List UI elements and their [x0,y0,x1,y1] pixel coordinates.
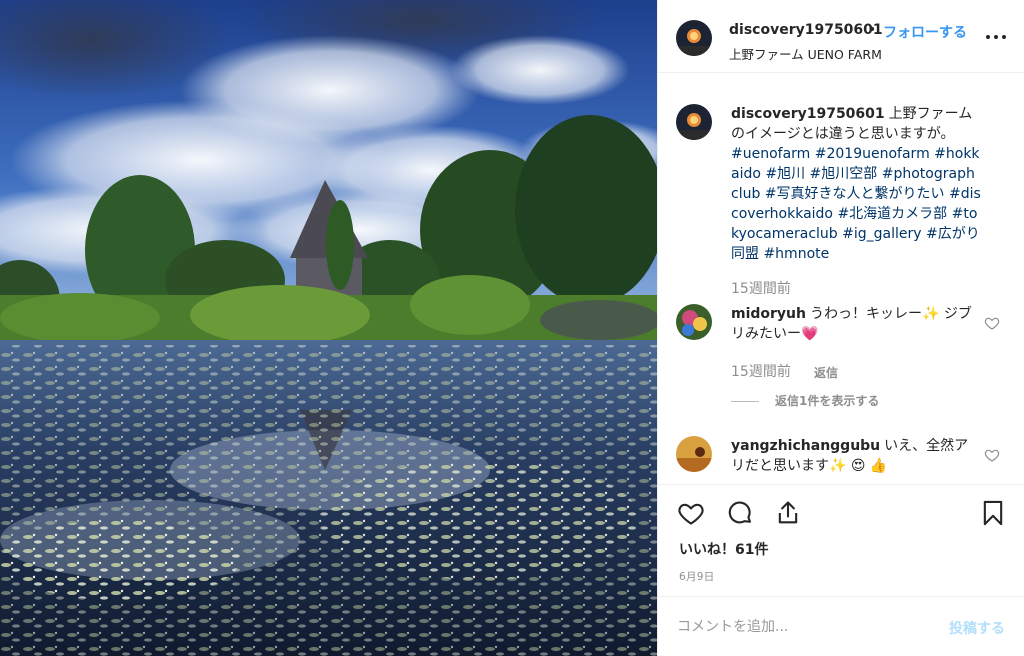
caption-time[interactable]: 15週間前 [731,278,791,298]
commenter-avatar[interactable] [676,436,712,472]
comment-text: yangzhichanggubu いえ、全然アリだと思います✨ 😍 👍 [731,436,981,476]
heart-icon[interactable] [677,499,705,527]
comment-like-heart-icon[interactable] [984,315,1000,331]
caption-username[interactable]: discovery19750601 [731,106,885,122]
commenter-avatar[interactable] [676,304,712,340]
comment-username[interactable]: yangzhichanggubu [731,438,880,454]
caption-avatar[interactable] [676,104,712,140]
post-location[interactable]: 上野ファーム UENO FARM [729,44,882,63]
post-side-panel: discovery19750601 • フォローする 上野ファーム UENO F… [657,0,1024,656]
author-avatar[interactable] [676,20,712,56]
post-comment-button[interactable]: 投稿する [949,618,1005,638]
add-comment-input[interactable] [677,615,927,639]
add-comment-bar: 投稿する [658,596,1024,656]
post-photo[interactable] [0,0,657,656]
comment-icon[interactable] [726,499,754,527]
post-photo-image [0,0,657,656]
comment-username[interactable]: midoryuh [731,306,806,322]
replies-line-divider [731,401,759,402]
comment-time[interactable]: 15週間前 [731,361,791,381]
bookmark-icon[interactable] [979,499,1007,527]
more-options-icon[interactable] [984,27,1008,47]
reply-button[interactable]: 返信 [814,364,838,381]
follow-button[interactable]: フォローする [883,22,967,42]
comment-text: midoryuh うわっ！キッレー✨ ジブリみたいー💗 [731,304,981,344]
post-date[interactable]: 6月9日 [679,569,715,584]
caption-hashtags[interactable]: #uenofarm #2019uenofarm #hokkaido #旭川 #旭… [731,146,981,262]
post-actions: いいね！61件 6月9日 [658,484,1024,595]
avatar-image [676,304,712,340]
avatar-image [676,436,712,472]
author-username[interactable]: discovery19750601 [729,22,883,38]
likes-count[interactable]: いいね！61件 [679,539,768,559]
view-replies-label: 返信1件を表示する [775,394,880,408]
share-icon[interactable] [774,499,802,527]
header-separator: • [868,22,877,38]
post-header: discovery19750601 • フォローする 上野ファーム UENO F… [658,0,1024,73]
view-replies-button[interactable]: 返信1件を表示する [731,392,879,409]
comment-like-heart-icon[interactable] [984,447,1000,463]
avatar-image [676,20,712,56]
caption-text: discovery19750601 上野ファームのイメージとは違うと思いますが。 … [731,104,981,264]
avatar-image [676,104,712,140]
comments-list: discovery19750601 上野ファームのイメージとは違うと思いますが。 … [658,74,1024,484]
